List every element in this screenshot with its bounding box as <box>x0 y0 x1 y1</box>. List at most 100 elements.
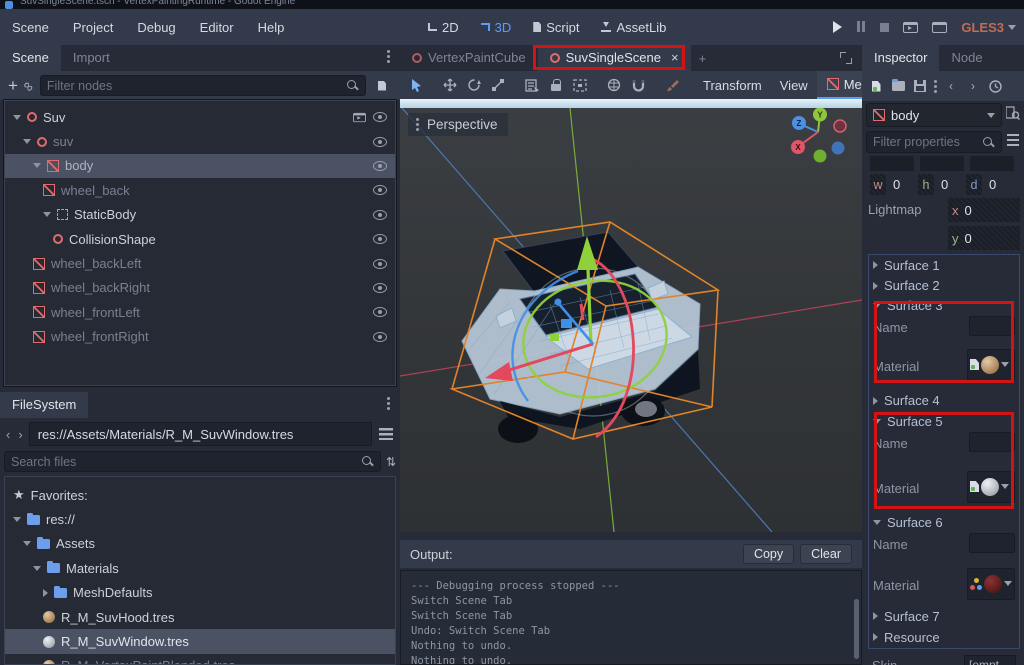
play-scene-button[interactable] <box>903 22 918 33</box>
collapse-arrow-icon[interactable] <box>33 566 41 571</box>
new-resource-icon[interactable] <box>866 76 886 96</box>
list-select-icon[interactable] <box>520 74 544 96</box>
section-surface-3[interactable]: Surface 3 <box>869 296 1019 314</box>
tree-row-wheel-frontright[interactable]: wheel_frontRight <box>5 325 395 349</box>
mode-script-button[interactable]: Script <box>525 15 587 40</box>
attach-script-icon[interactable] <box>372 76 392 96</box>
current-path-field[interactable]: res://Assets/Materials/R_M_SuvWindow.tre… <box>29 422 372 446</box>
fs-row-assets[interactable]: Assets <box>5 532 395 556</box>
tab-inspector[interactable]: Inspector <box>862 45 939 71</box>
search-files-input[interactable] <box>11 455 355 469</box>
depth-value[interactable]: 0 <box>985 177 1011 192</box>
tab-vertexpaintcube[interactable]: VertexPaintCube <box>400 45 538 71</box>
collapse-arrow-icon[interactable] <box>23 139 31 144</box>
visibility-eye-icon[interactable] <box>373 234 387 244</box>
tree-row-wheel-frontleft[interactable]: wheel_frontLeft <box>5 300 395 324</box>
surface3-name-field[interactable] <box>969 316 1015 336</box>
dock-options-icon[interactable] <box>385 395 392 412</box>
tree-row-staticbody[interactable]: StaticBody <box>5 203 395 227</box>
menu-editor[interactable]: Editor <box>188 14 246 41</box>
tab-import[interactable]: Import <box>61 45 122 71</box>
visibility-eye-icon[interactable] <box>373 137 387 147</box>
collapse-arrow-icon[interactable] <box>13 115 21 120</box>
visibility-eye-icon[interactable] <box>373 283 387 293</box>
expand-viewport-icon[interactable] <box>840 52 852 64</box>
visibility-eye-icon[interactable] <box>373 259 387 269</box>
surface5-material-dropdown[interactable] <box>967 471 1015 503</box>
menu-debug[interactable]: Debug <box>125 14 187 41</box>
history-forward-icon[interactable]: › <box>963 76 983 96</box>
view-axis-gizmo[interactable]: Y Z X <box>791 108 846 163</box>
instance-scene-icon[interactable]: ∞ <box>20 76 38 94</box>
group-selected-icon[interactable] <box>568 74 592 96</box>
visibility-eye-icon[interactable] <box>373 210 387 220</box>
fs-row-suvhood[interactable]: R_M_SuvHood.tres <box>5 605 395 629</box>
nav-forward-icon[interactable]: › <box>16 427 24 442</box>
scrollbar[interactable] <box>854 599 859 659</box>
transform-menu[interactable]: Transform <box>694 75 771 96</box>
fs-row-res[interactable]: res:// <box>5 507 395 531</box>
add-node-button[interactable]: + <box>8 78 18 94</box>
tree-row-body[interactable]: body <box>5 154 395 178</box>
tree-row-collisionshape[interactable]: CollisionShape <box>5 227 395 251</box>
tree-row-wheel-back[interactable]: wheel_back <box>5 178 395 202</box>
search-files-field[interactable] <box>4 451 381 472</box>
filter-nodes-field[interactable] <box>40 75 366 96</box>
fs-row-meshdefaults[interactable]: MeshDefaults <box>5 581 395 605</box>
collapse-arrow-icon[interactable] <box>13 517 21 522</box>
property-tools-icon[interactable] <box>1007 134 1019 146</box>
tab-scene[interactable]: Scene <box>0 45 61 71</box>
rotate-tool-icon[interactable] <box>462 74 486 96</box>
section-surface-6[interactable]: Surface 6 <box>869 513 1019 531</box>
tree-row-suv-child[interactable]: suv <box>5 129 395 153</box>
section-resource[interactable]: Resource <box>869 626 1019 648</box>
surface3-material-dropdown[interactable] <box>967 349 1015 381</box>
3d-viewport[interactable]: Y Z X Perspective <box>400 99 862 532</box>
copy-button[interactable]: Copy <box>743 544 794 564</box>
section-surface-2[interactable]: Surface 2 <box>869 275 1019 296</box>
select-tool-icon[interactable] <box>404 74 428 96</box>
new-scene-tab-button[interactable]: + <box>691 45 715 71</box>
filter-nodes-input[interactable] <box>47 79 340 93</box>
play-custom-scene-button[interactable] <box>932 22 947 33</box>
local-space-icon[interactable] <box>602 74 626 96</box>
open-docs-icon[interactable] <box>1006 106 1020 123</box>
perspective-menu[interactable]: Perspective <box>408 113 508 136</box>
menu-scene[interactable]: Scene <box>0 14 61 41</box>
scale-tool-icon[interactable] <box>486 74 510 96</box>
filter-properties-input[interactable] <box>873 135 976 149</box>
tree-row-wheel-backleft[interactable]: wheel_backLeft <box>5 251 395 275</box>
visibility-eye-icon[interactable] <box>373 185 387 195</box>
tab-node[interactable]: Node <box>939 45 994 71</box>
renderer-dropdown[interactable]: GLES3 <box>961 20 1016 35</box>
width-value[interactable]: 0 <box>889 177 915 192</box>
tab-suvsinglescene[interactable]: SuvSingleScene × <box>538 45 691 71</box>
visibility-eye-icon[interactable] <box>373 161 387 171</box>
tree-row-suv[interactable]: Suv <box>5 105 395 129</box>
section-surface-4[interactable]: Surface 4 <box>869 388 1019 413</box>
surface5-name-field[interactable] <box>969 432 1015 452</box>
skin-value-dropdown[interactable]: [empt <box>964 655 1016 665</box>
vertex-paint-brush-icon[interactable] <box>660 74 684 96</box>
section-surface-7[interactable]: Surface 7 <box>869 606 1019 626</box>
edited-object-dropdown[interactable]: body <box>866 103 1002 127</box>
load-resource-icon[interactable] <box>888 76 908 96</box>
collapse-arrow-icon[interactable] <box>33 163 41 168</box>
expand-arrow-icon[interactable] <box>43 589 48 597</box>
visibility-eye-icon[interactable] <box>373 332 387 342</box>
menu-project[interactable]: Project <box>61 14 125 41</box>
sort-files-icon[interactable]: ⇅ <box>386 455 396 469</box>
lightmap-y-field[interactable]: y 0 <box>948 226 1020 250</box>
tree-row-wheel-backright[interactable]: wheel_backRight <box>5 276 395 300</box>
stop-button[interactable] <box>880 23 889 32</box>
fs-row-favorites[interactable]: ★ Favorites: <box>5 483 395 507</box>
fs-row-vertexpaintblended[interactable]: R_M_VertexPaintBlended.tres <box>5 654 395 665</box>
collapse-arrow-icon[interactable] <box>43 212 51 217</box>
visibility-eye-icon[interactable] <box>373 112 387 122</box>
save-resource-icon[interactable] <box>910 76 930 96</box>
move-tool-icon[interactable] <box>438 74 462 96</box>
play-button[interactable] <box>833 21 842 33</box>
menu-help[interactable]: Help <box>246 14 297 41</box>
section-surface-5[interactable]: Surface 5 <box>869 413 1019 430</box>
toggle-split-mode-icon[interactable] <box>376 424 396 444</box>
